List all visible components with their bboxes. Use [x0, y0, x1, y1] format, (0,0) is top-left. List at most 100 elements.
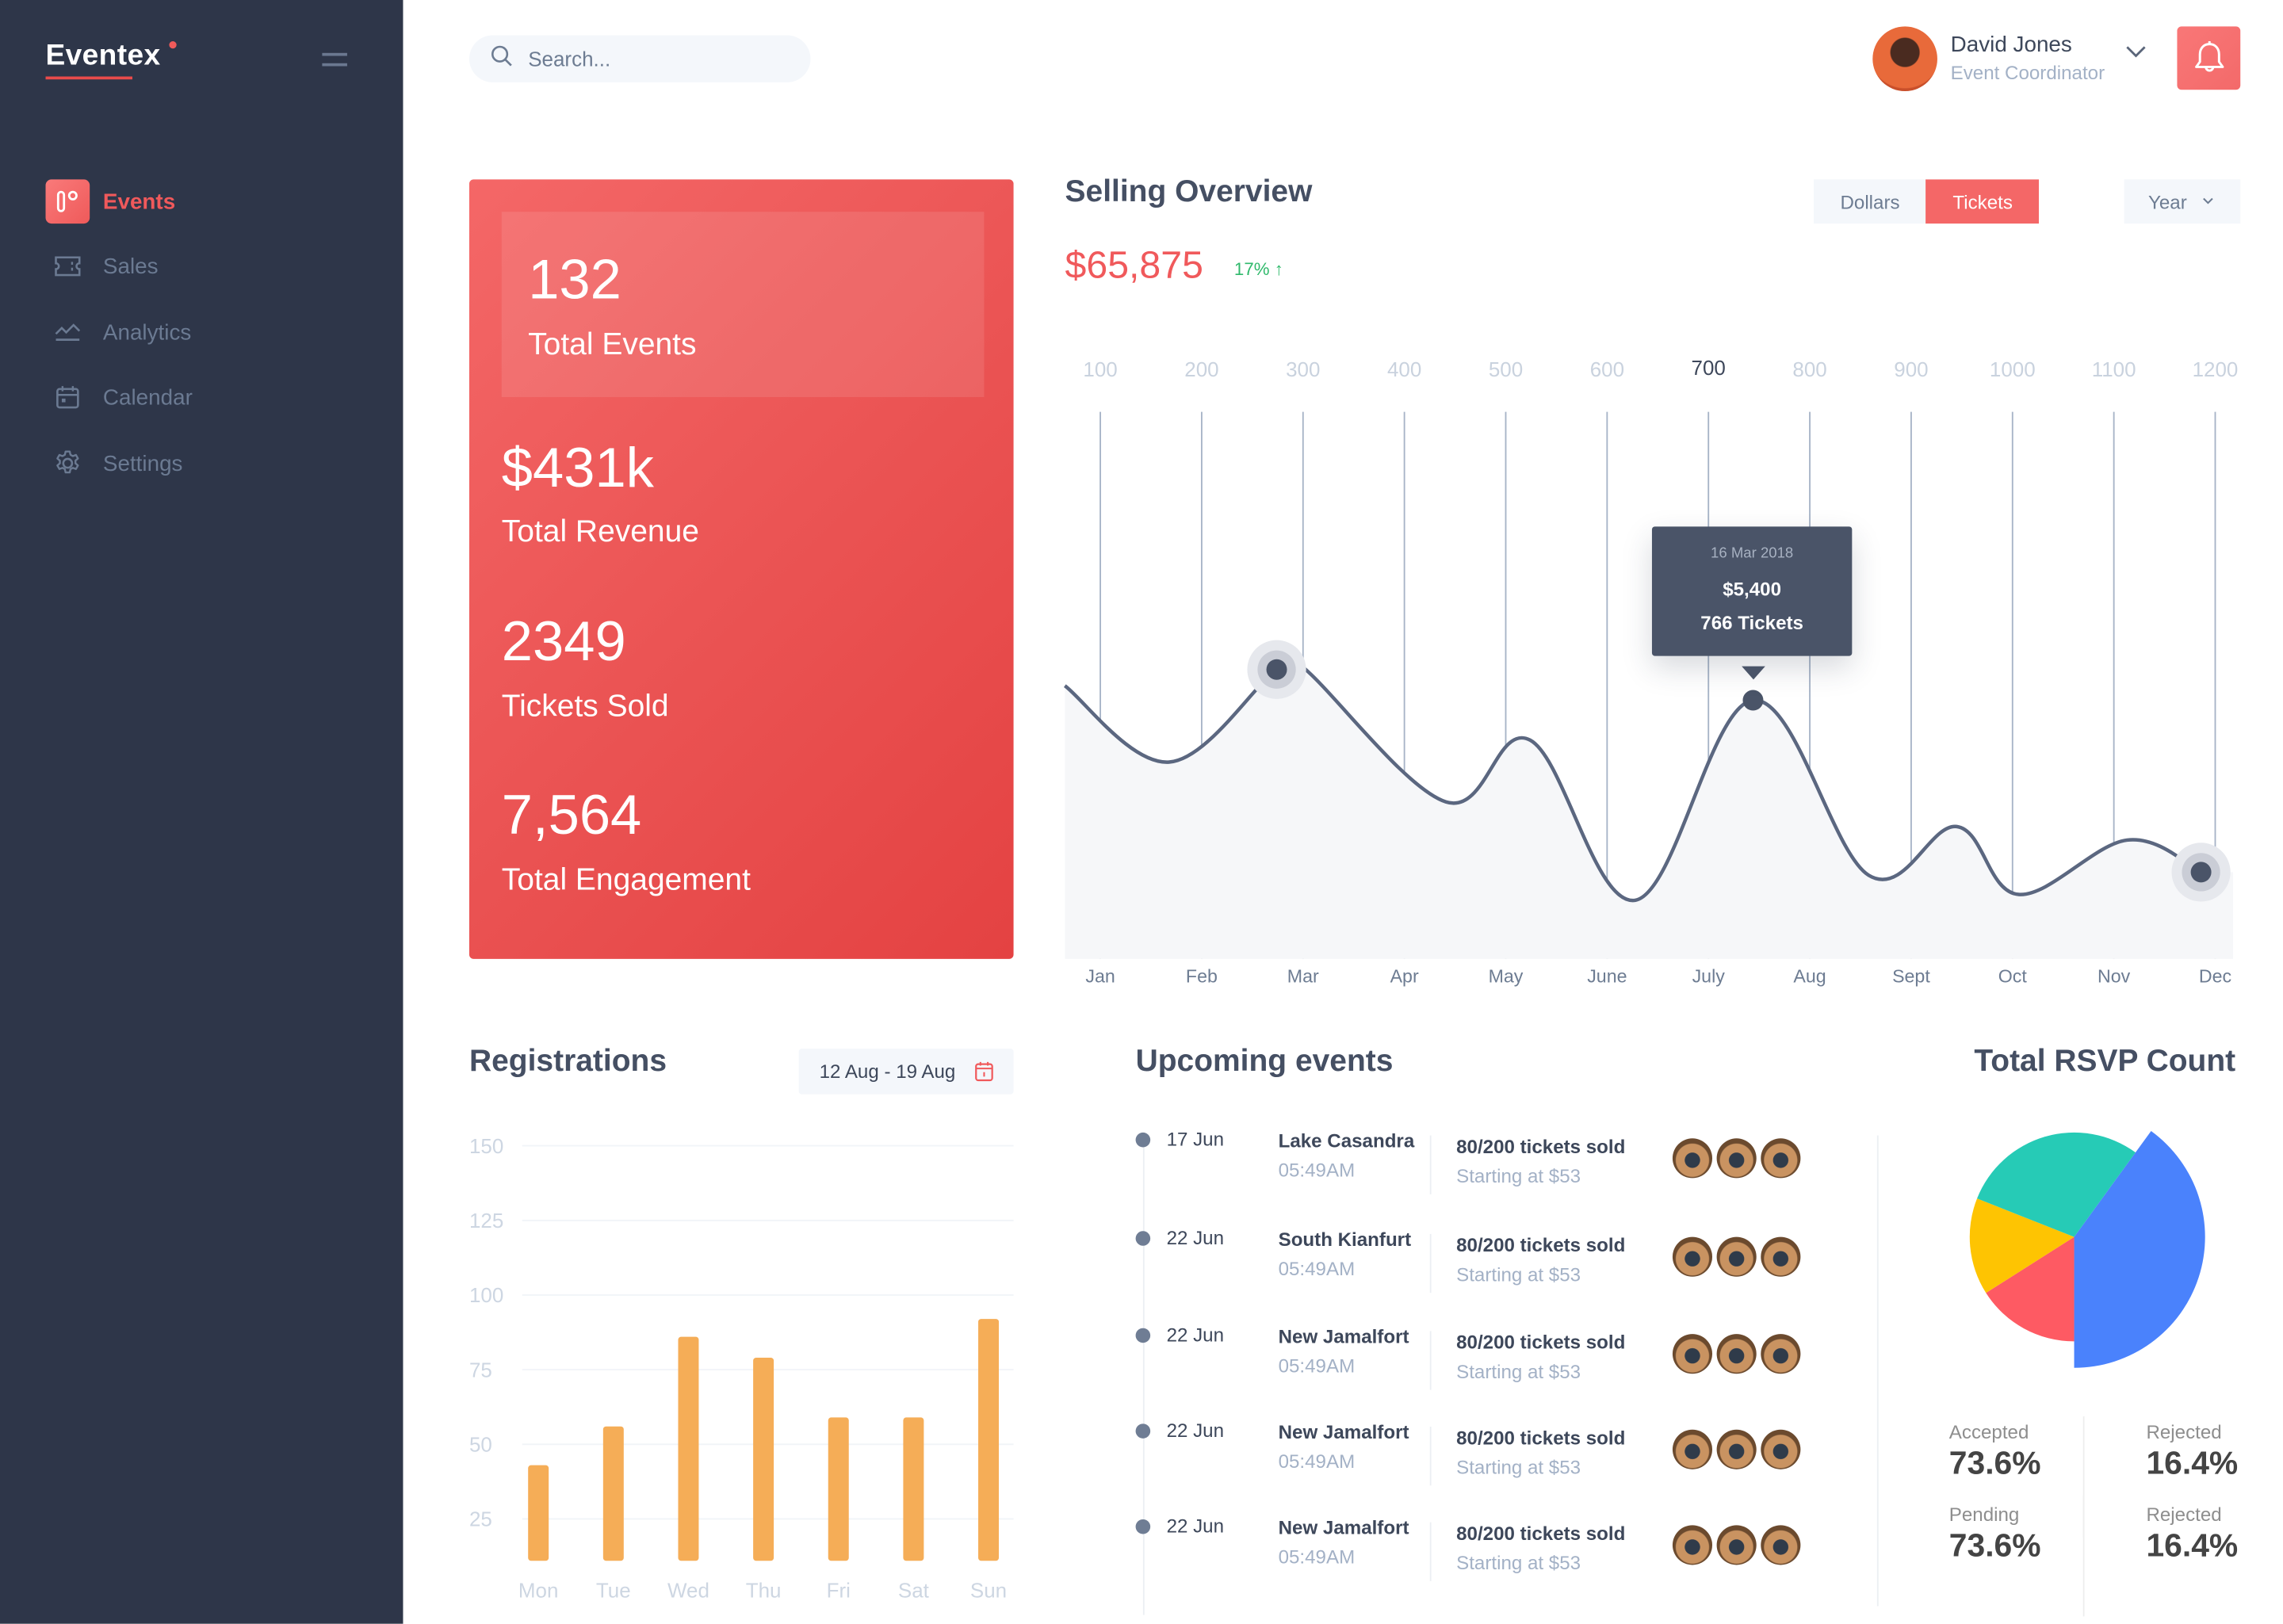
stat-value-tickets-sold: 2349	[501, 611, 626, 674]
attendee-avatar[interactable]	[1672, 1334, 1713, 1374]
top-axis-label: 900	[1894, 357, 1928, 381]
analytics-icon	[46, 311, 90, 355]
dashboard: Eventex Events Sales Analytics Calendar …	[0, 0, 2283, 1624]
x-axis-label: Mar	[1287, 966, 1319, 987]
rsvp-stat-value: 16.4%	[2146, 1527, 2239, 1564]
x-axis-label: Nov	[2098, 966, 2131, 987]
bar-tue[interactable]	[602, 1426, 624, 1561]
x-axis-label: Sun	[970, 1578, 1007, 1602]
bar-sun[interactable]	[978, 1319, 1000, 1561]
attendee-avatar[interactable]	[1672, 1525, 1713, 1565]
attendee-avatar[interactable]	[1716, 1138, 1757, 1179]
bar-fri[interactable]	[828, 1417, 849, 1561]
x-axis-label: Dec	[2199, 966, 2231, 987]
rsvp-pie-chart	[1969, 1131, 2205, 1368]
date-range-value: 12 Aug - 19 Aug	[819, 1060, 956, 1083]
sidebar-item-analytics[interactable]: Analytics	[46, 311, 192, 355]
y-axis-label: 75	[469, 1358, 492, 1381]
data-point-marker[interactable]	[2190, 862, 2212, 883]
stat-value-total-engagement: 7,564	[501, 785, 642, 847]
event-date: 22 Jun	[1166, 1324, 1225, 1346]
event-place: New Jamalfort	[1278, 1324, 1409, 1347]
stat-label-total-revenue: Total Revenue	[501, 514, 699, 549]
timeline-dot	[1135, 1423, 1151, 1439]
stat-label-tickets-sold: Tickets Sold	[501, 690, 669, 724]
stat-value-total-revenue: $431k	[501, 438, 654, 500]
summary-stats-card: 132 Total Events $431k Total Revenue 234…	[468, 179, 1014, 959]
tickets-tab[interactable]: Tickets	[1925, 179, 2040, 224]
x-axis-label: Oct	[1998, 966, 2028, 987]
bar-thu[interactable]	[753, 1358, 774, 1561]
attendee-avatar[interactable]	[1761, 1429, 1801, 1469]
event-time: 05:49AM	[1278, 1355, 1356, 1377]
data-point-marker[interactable]	[1266, 659, 1287, 680]
notification-button[interactable]	[2177, 26, 2241, 90]
sidebar-item-label: Settings	[102, 450, 183, 476]
x-axis-label: Thu	[746, 1578, 782, 1602]
rsvp-stat-label: Rejected	[2146, 1503, 2222, 1526]
user-avatar[interactable]	[1872, 26, 1937, 92]
attendee-avatars	[1672, 1429, 1805, 1471]
x-axis-label: Mon	[518, 1578, 559, 1602]
event-divider	[1429, 1135, 1432, 1194]
attendee-avatar[interactable]	[1761, 1138, 1801, 1179]
user-role: Event Coordinator	[1950, 61, 2105, 84]
sidebar-item-sales[interactable]: Sales	[46, 244, 159, 288]
sidebar-item-settings[interactable]: Settings	[46, 441, 183, 486]
attendee-avatar[interactable]	[1761, 1236, 1801, 1277]
sidebar: Eventex Events Sales Analytics Calendar …	[0, 0, 403, 1624]
bar-sat[interactable]	[903, 1417, 924, 1561]
attendee-avatar[interactable]	[1716, 1334, 1757, 1374]
x-axis-label: Sat	[898, 1578, 930, 1602]
tooltip-amount: $5,400	[1723, 578, 1782, 601]
attendee-avatar[interactable]	[1716, 1525, 1757, 1565]
event-divider	[1429, 1427, 1432, 1486]
bar-wed[interactable]	[678, 1336, 699, 1561]
y-axis-label: 50	[469, 1433, 492, 1457]
period-select[interactable]: Year	[2124, 179, 2241, 224]
attendee-avatar[interactable]	[1672, 1138, 1713, 1179]
attendee-avatar[interactable]	[1716, 1236, 1757, 1277]
menu-toggle-icon[interactable]	[322, 48, 347, 69]
rsvp-stat-rejected: Rejected 16.4%	[2146, 1421, 2238, 1483]
x-axis-label: Sept	[1892, 966, 1930, 987]
app-logo[interactable]: Eventex	[46, 40, 161, 74]
bar-mon[interactable]	[528, 1465, 549, 1561]
search-bar[interactable]	[468, 35, 811, 82]
sidebar-item-calendar[interactable]: Calendar	[46, 375, 193, 419]
event-row[interactable]: 22 Jun New Jamalfort 05:49AM 80/200 tickets…	[1133, 1420, 1824, 1495]
top-axis-label: 200	[1184, 357, 1218, 381]
line-area	[1065, 652, 2233, 959]
event-row[interactable]: 22 Jun New Jamalfort 05:49AM 80/200 tickets…	[1133, 1515, 1824, 1590]
event-row[interactable]: 22 Jun New Jamalfort 05:49AM 80/200 tickets…	[1133, 1324, 1824, 1399]
period-select-value: Year	[2147, 190, 2187, 213]
bell-icon	[2194, 40, 2224, 71]
event-price: Starting at $53	[1456, 1551, 1581, 1574]
rsvp-stat-rejected-2: Rejected 16.4%	[2146, 1504, 2238, 1565]
attendee-avatar[interactable]	[1672, 1236, 1713, 1277]
search-input[interactable]	[525, 45, 782, 72]
attendee-avatar[interactable]	[1761, 1334, 1801, 1374]
sidebar-item-events[interactable]: Events	[45, 179, 175, 224]
event-tickets-sold: 80/200 tickets sold	[1456, 1233, 1626, 1256]
rsvp-stat-value: 16.4%	[2146, 1444, 2239, 1481]
chevron-down-icon[interactable]	[2124, 41, 2148, 67]
event-row[interactable]: 17 Jun Lake Casandra 05:49AM 80/200 tickets…	[1133, 1128, 1824, 1203]
sidebar-item-label: Analytics	[102, 319, 192, 346]
stat-divider	[2082, 1496, 2085, 1617]
attendee-avatar[interactable]	[1716, 1429, 1757, 1469]
y-axis-label: 100	[469, 1283, 503, 1307]
attendee-avatar[interactable]	[1761, 1525, 1801, 1565]
event-row[interactable]: 22 Jun South Kianfurt 05:49AM 80/200 ticket…	[1133, 1226, 1824, 1302]
dollars-tab[interactable]: Dollars	[1814, 179, 1926, 224]
selling-change: 17% ↑	[1233, 258, 1283, 280]
x-axis-label: July	[1692, 966, 1726, 987]
event-date: 22 Jun	[1166, 1226, 1225, 1249]
x-axis-label: May	[1489, 966, 1524, 987]
data-point-marker[interactable]	[1742, 690, 1764, 711]
date-range-picker[interactable]: 12 Aug - 19 Aug	[798, 1049, 1014, 1095]
x-axis-label: Jan	[1085, 966, 1115, 987]
y-axis-label: 25	[469, 1507, 492, 1531]
attendee-avatar[interactable]	[1672, 1429, 1713, 1469]
tooltip-date: 16 Mar 2018	[1711, 545, 1794, 562]
